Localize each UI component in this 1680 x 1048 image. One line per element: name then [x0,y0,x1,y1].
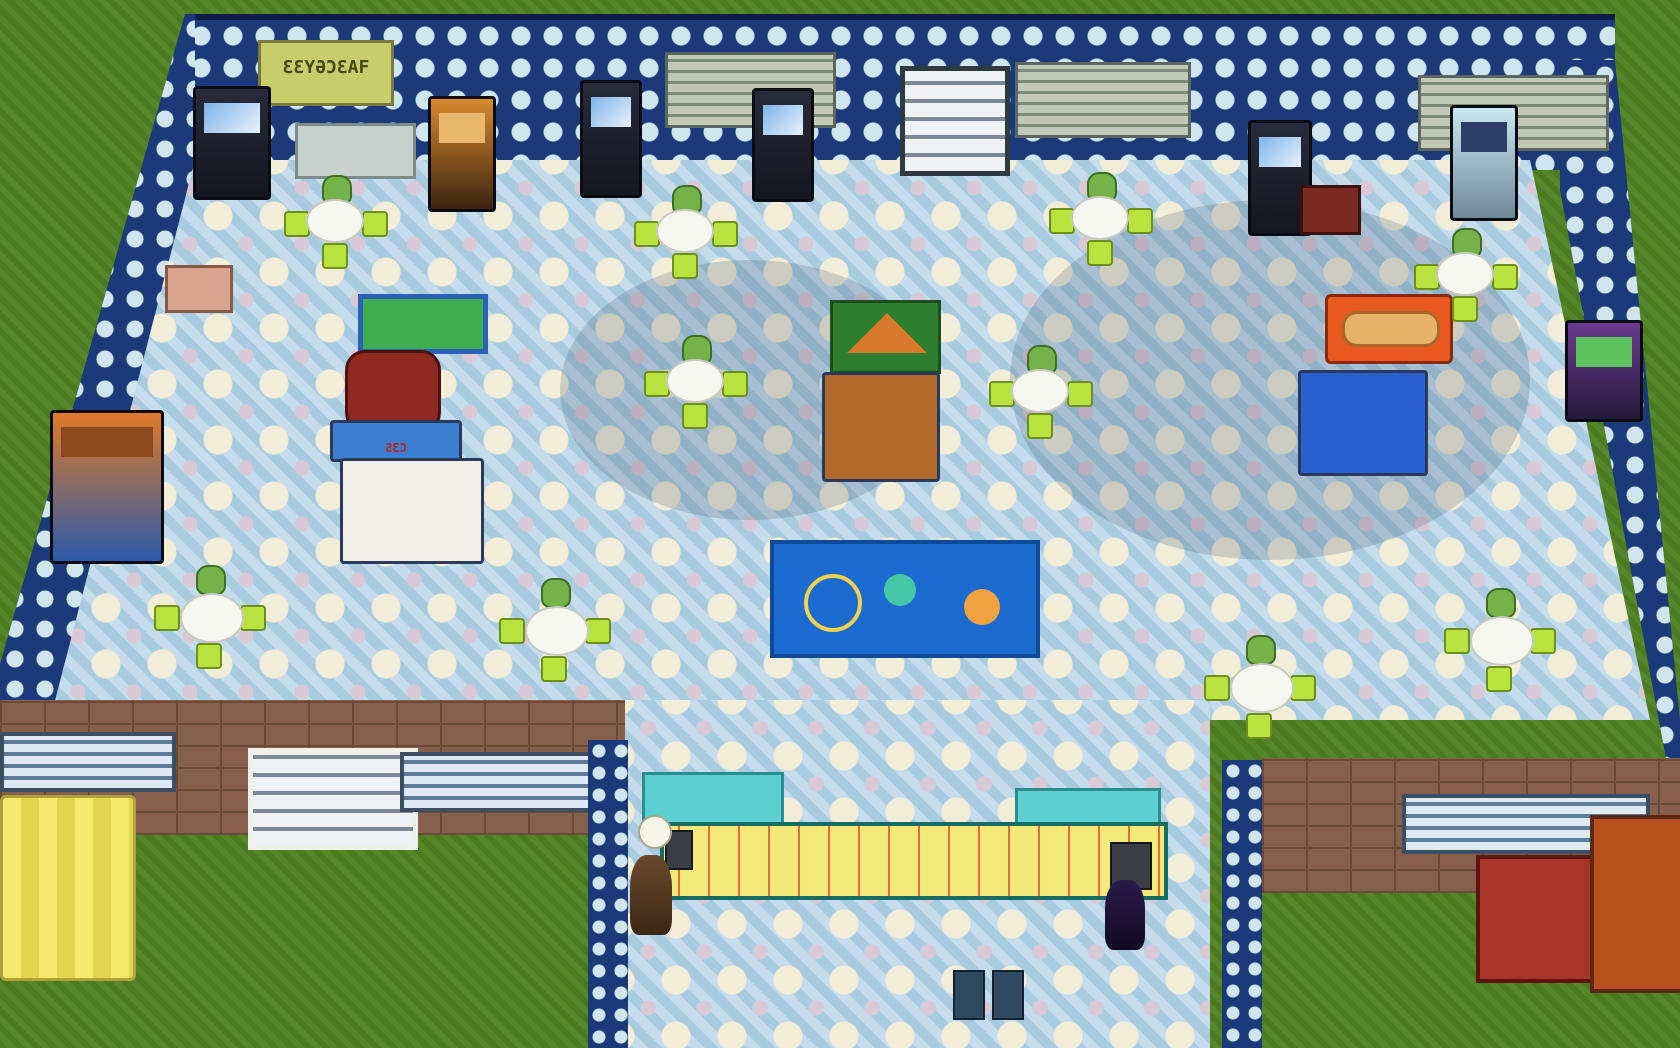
dining-set[interactable] [1200,635,1320,745]
arcade-machine[interactable] [752,88,814,202]
front-double-door[interactable] [248,748,418,850]
dining-set[interactable] [495,578,615,688]
dining-set[interactable] [150,565,270,675]
arcade-machine[interactable] [428,96,496,212]
dining-set[interactable] [280,175,390,275]
sim-character[interactable] [630,855,672,935]
back-double-door[interactable] [900,66,1010,176]
trash-bin[interactable] [992,970,1024,1020]
pie-sign [830,300,941,374]
service-counter[interactable] [660,822,1168,900]
carnival-machine[interactable] [1590,815,1680,993]
dining-set[interactable] [630,185,740,285]
window [0,732,176,792]
foosball-table[interactable] [358,294,488,354]
hotdog-stand[interactable] [1298,370,1428,476]
dining-set[interactable] [985,345,1095,445]
smiley-flower-icon [638,815,672,849]
arcade-machine[interactable] [1565,320,1643,422]
dining-set[interactable] [1045,172,1155,272]
dining-set[interactable] [640,335,750,435]
planet-icon [884,574,916,606]
window [400,752,618,812]
planet-icon [804,574,862,632]
cocoa-stand[interactable] [340,458,484,564]
wall-panel [1015,62,1191,138]
space-rug[interactable] [770,540,1040,658]
cocoa-stand-roof: ƧƐƆ [330,420,462,462]
pink-crate[interactable] [165,265,233,313]
planet-icon [964,589,1000,625]
yellow-tent-booth[interactable] [0,795,136,981]
pie-slice-icon [847,313,927,353]
dining-set[interactable] [1440,588,1560,698]
entry-wall-right [1222,760,1262,1048]
arcade-machine[interactable] [193,86,271,200]
trash-bin[interactable] [953,970,985,1020]
treasure-chest[interactable] [1300,185,1361,235]
arcade-machine[interactable] [1450,105,1518,221]
stand-sign-text: ƧƐƆ [385,441,407,455]
ceiling-sign-panel: ƐƐYƏƆƐAF [258,40,394,106]
entry-wall-left [588,740,628,1048]
red-booth[interactable] [1476,855,1604,983]
arcade-machine[interactable] [580,80,642,198]
sign-text: ƐƐYƏƆƐAF [282,57,370,78]
drink-counter[interactable] [295,123,416,179]
pie-stand[interactable] [822,372,940,482]
sim-character[interactable] [1105,880,1145,950]
arcade-machine[interactable] [50,410,164,564]
dining-set[interactable] [1410,228,1520,328]
